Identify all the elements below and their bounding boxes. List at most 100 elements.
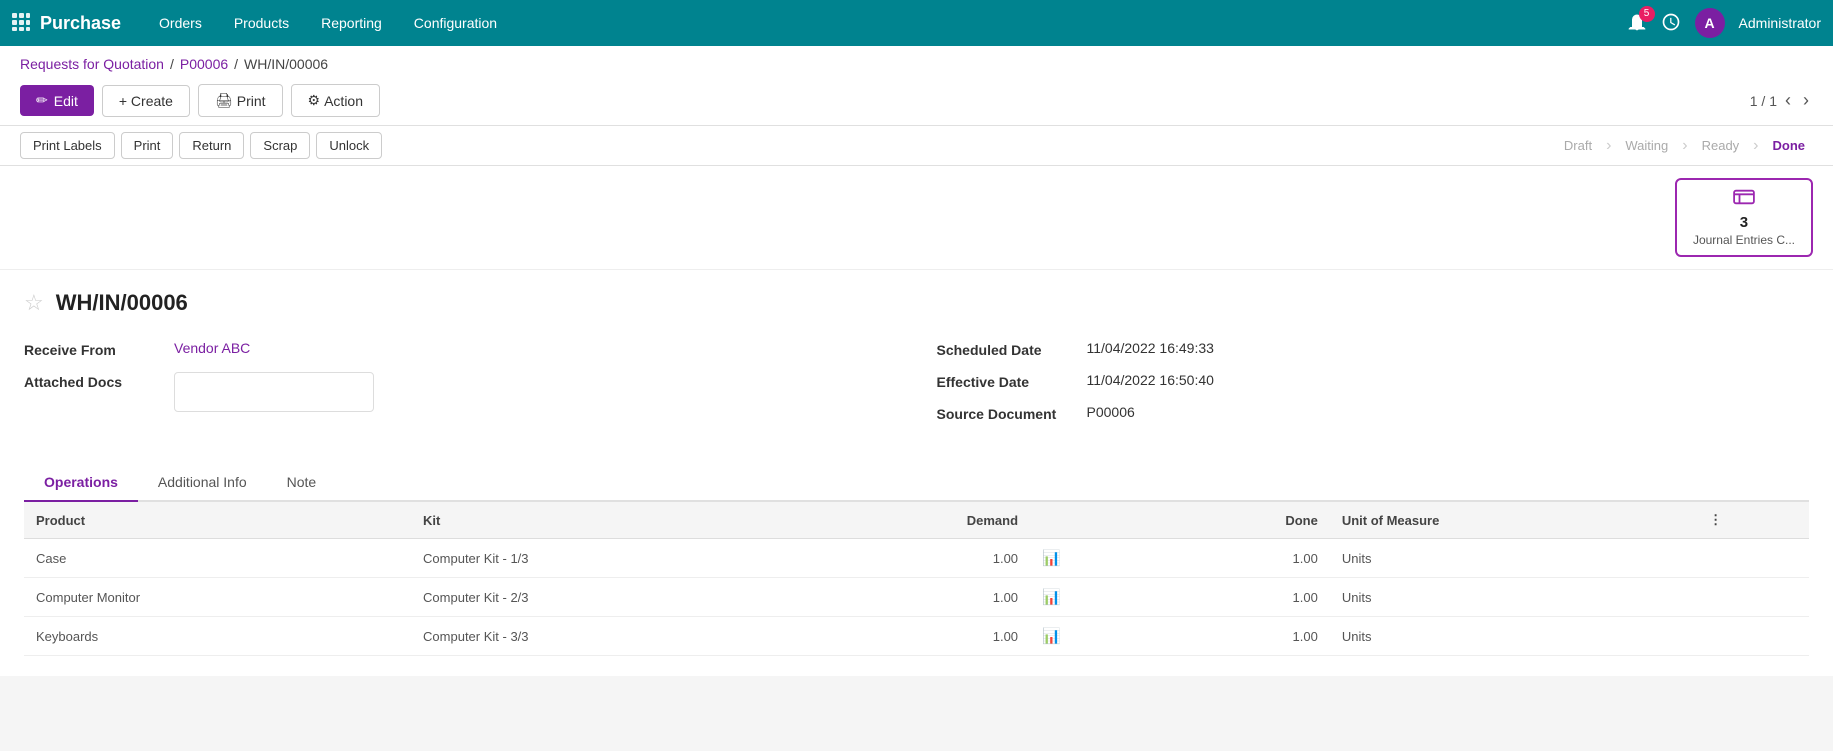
top-navigation: Purchase Orders Products Reporting Confi… (0, 0, 1833, 46)
scheduled-date-field: Scheduled Date 11/04/2022 16:49:33 (937, 340, 1810, 358)
effective-date-value: 11/04/2022 16:50:40 (1087, 372, 1214, 388)
print-button[interactable]: 🖨 Print (198, 84, 283, 117)
receive-from-value[interactable]: Vendor ABC (174, 340, 250, 356)
smart-buttons-row: 3 Journal Entries C... (0, 166, 1833, 270)
cell-product-1: Case (24, 539, 411, 578)
col-demand: Demand (802, 502, 1030, 539)
breadcrumb-part2[interactable]: P00006 (180, 56, 228, 72)
breadcrumb: Requests for Quotation / P00006 / WH/IN/… (0, 46, 1833, 76)
cell-demand-3: 1.00 (802, 617, 1030, 656)
notification-bell[interactable]: 5 (1627, 12, 1647, 35)
scrap-button[interactable]: Scrap (250, 132, 310, 159)
attached-docs-field: Attached Docs (24, 372, 897, 412)
breadcrumb-part1[interactable]: Requests for Quotation (20, 56, 164, 72)
journal-entries-count: 3 (1740, 214, 1748, 231)
col-more: ⋮ (1697, 502, 1809, 539)
receive-from-field: Receive From Vendor ABC (24, 340, 897, 358)
nav-reporting[interactable]: Reporting (307, 11, 396, 35)
print-sub-button[interactable]: Print (121, 132, 174, 159)
prev-record-button[interactable]: ‹ (1781, 90, 1795, 111)
sub-action-bar: Print Labels Print Return Scrap Unlock D… (0, 126, 1833, 166)
print-icon: 🖨 (215, 92, 233, 109)
scheduled-date-value: 11/04/2022 16:49:33 (1087, 340, 1214, 356)
return-button[interactable]: Return (179, 132, 244, 159)
admin-name[interactable]: Administrator (1739, 15, 1821, 31)
status-bar: Draft › Waiting › Ready › Done (1556, 134, 1813, 157)
receive-from-label: Receive From (24, 340, 164, 358)
col-product: Product (24, 502, 411, 539)
forecast-chart-icon-2[interactable]: 📊 (1042, 589, 1061, 606)
cell-product-3: Keyboards (24, 617, 411, 656)
status-arrow-2: › (1682, 137, 1687, 155)
nav-products[interactable]: Products (220, 11, 303, 35)
breadcrumb-part3: WH/IN/00006 (244, 56, 328, 72)
status-draft: Draft (1556, 134, 1600, 157)
attached-docs-label: Attached Docs (24, 372, 164, 390)
notification-count: 5 (1639, 6, 1655, 22)
source-document-value: P00006 (1087, 404, 1135, 420)
scheduled-date-label: Scheduled Date (937, 340, 1077, 358)
admin-avatar[interactable]: A (1695, 8, 1725, 38)
cell-done-3: 1.00 (1159, 617, 1330, 656)
cell-demand-1: 1.00 (802, 539, 1030, 578)
create-button[interactable]: + Create (102, 85, 190, 117)
form-left-fields: Receive From Vendor ABC Attached Docs (24, 340, 897, 436)
favorite-star-icon[interactable]: ☆ (24, 290, 44, 316)
cell-uom-1: Units (1330, 539, 1697, 578)
status-arrow-1: › (1606, 137, 1611, 155)
cell-product-2: Computer Monitor (24, 578, 411, 617)
col-done: Done (1159, 502, 1330, 539)
tab-operations[interactable]: Operations (24, 464, 138, 502)
cell-done-1: 1.00 (1159, 539, 1330, 578)
status-done: Done (1765, 134, 1814, 157)
cell-uom-2: Units (1330, 578, 1697, 617)
print-labels-button[interactable]: Print Labels (20, 132, 115, 159)
unlock-button[interactable]: Unlock (316, 132, 382, 159)
app-name: Purchase (40, 13, 121, 34)
page-info: 1 / 1 (1750, 93, 1777, 109)
form-title: WH/IN/00006 (56, 290, 188, 316)
tabs-bar: Operations Additional Info Note (24, 464, 1809, 502)
edit-button[interactable]: ✏ Edit (20, 85, 94, 116)
main-content: 3 Journal Entries C... ☆ WH/IN/00006 Rec… (0, 166, 1833, 676)
action-bar: ✏ Edit + Create 🖨 Print ⚙ Action 1 / 1 ‹… (0, 76, 1833, 126)
cell-kit-1: Computer Kit - 1/3 (411, 539, 802, 578)
action-button[interactable]: ⚙ Action (291, 84, 380, 117)
app-grid-icon[interactable] (12, 13, 30, 34)
journal-entries-label: Journal Entries C... (1693, 233, 1795, 247)
cell-uom-3: Units (1330, 617, 1697, 656)
cell-done-2: 1.00 (1159, 578, 1330, 617)
clock-icon[interactable] (1661, 12, 1681, 35)
forecast-chart-icon-3[interactable]: 📊 (1042, 628, 1061, 645)
table-row: Computer Monitor Computer Kit - 2/3 1.00… (24, 578, 1809, 617)
forecast-chart-icon-1[interactable]: 📊 (1042, 550, 1061, 567)
nav-orders[interactable]: Orders (145, 11, 216, 35)
next-record-button[interactable]: › (1799, 90, 1813, 111)
cell-chart-1[interactable]: 📊 (1030, 539, 1159, 578)
operations-table: Product Kit Demand Done Unit of Measure … (24, 502, 1809, 656)
attached-docs-box (174, 372, 374, 412)
main-nav: Orders Products Reporting Configuration (145, 11, 511, 35)
journal-entries-icon (1733, 188, 1755, 212)
table-row: Case Computer Kit - 1/3 1.00 📊 1.00 Unit… (24, 539, 1809, 578)
col-chart (1030, 502, 1159, 539)
col-uom: Unit of Measure (1330, 502, 1697, 539)
journal-entries-button[interactable]: 3 Journal Entries C... (1675, 178, 1813, 257)
form-right-fields: Scheduled Date 11/04/2022 16:49:33 Effec… (937, 340, 1810, 436)
cell-chart-2[interactable]: 📊 (1030, 578, 1159, 617)
top-right-actions: 5 A Administrator (1627, 8, 1821, 38)
tab-note[interactable]: Note (267, 464, 337, 502)
table-row: Keyboards Computer Kit - 3/3 1.00 📊 1.00… (24, 617, 1809, 656)
cell-chart-3[interactable]: 📊 (1030, 617, 1159, 656)
effective-date-field: Effective Date 11/04/2022 16:50:40 (937, 372, 1810, 390)
col-kit: Kit (411, 502, 802, 539)
status-ready: Ready (1694, 134, 1748, 157)
form-fields: Receive From Vendor ABC Attached Docs Sc… (24, 340, 1809, 436)
tab-additional-info[interactable]: Additional Info (138, 464, 267, 502)
cell-demand-2: 1.00 (802, 578, 1030, 617)
cell-kit-2: Computer Kit - 2/3 (411, 578, 802, 617)
nav-configuration[interactable]: Configuration (400, 11, 511, 35)
form-title-row: ☆ WH/IN/00006 (24, 290, 1809, 316)
cell-more-3 (1697, 617, 1809, 656)
cell-more-1 (1697, 539, 1809, 578)
